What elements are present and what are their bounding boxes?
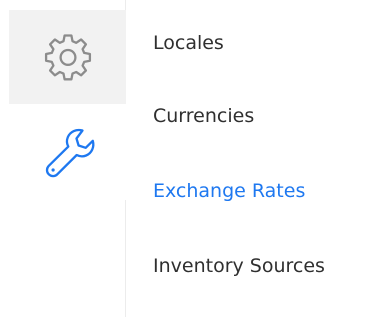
menu-item-exchange-rates[interactable]: Exchange Rates: [153, 179, 305, 203]
menu-item-locales[interactable]: Locales: [153, 31, 224, 55]
settings-navigation: Locales Currencies Exchange Rates Invent…: [0, 0, 379, 317]
settings-menu-button[interactable]: [9, 10, 126, 104]
menu-item-inventory-sources[interactable]: Inventory Sources: [153, 254, 325, 278]
submenu: Locales Currencies Exchange Rates Invent…: [127, 0, 379, 317]
gear-icon: [44, 34, 91, 81]
icon-sidebar: [0, 0, 126, 317]
menu-item-currencies[interactable]: Currencies: [153, 104, 254, 128]
wrench-icon: [45, 128, 94, 178]
tools-menu-button[interactable]: [9, 104, 126, 200]
